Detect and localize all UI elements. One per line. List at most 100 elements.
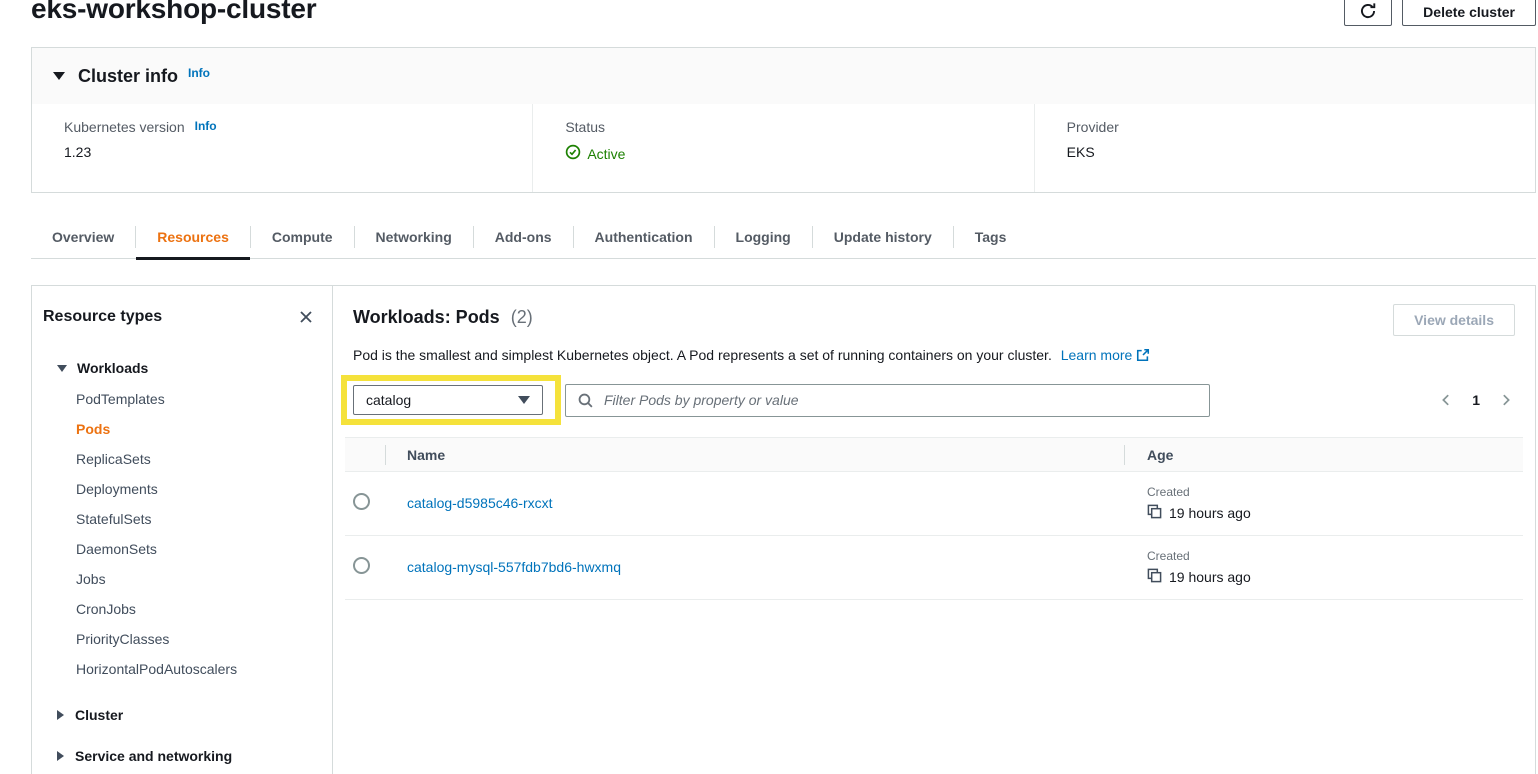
copy-icon[interactable] (1147, 504, 1162, 522)
kubernetes-version-label: Kubernetes version (64, 119, 185, 135)
resources-panel: Resource types Workloads (31, 285, 1536, 774)
chevron-left-icon (1439, 395, 1453, 410)
close-icon (298, 313, 314, 328)
pod-name-link[interactable]: catalog-d5985c46-rxcxt (407, 495, 553, 511)
tree-group-service-networking-label: Service and networking (75, 746, 232, 766)
provider-label: Provider (1067, 119, 1119, 135)
pod-name-link[interactable]: catalog-mysql-557fdb7bd6-hwxmq (407, 559, 621, 575)
filter-row: catalog (353, 372, 1515, 428)
external-link-icon (1136, 349, 1150, 365)
tab-tags[interactable]: Tags (954, 215, 1028, 258)
sidebar-item-replicasets[interactable]: ReplicaSets (76, 444, 316, 474)
namespace-filter-value: catalog (366, 392, 411, 408)
age-created-label: Created (1147, 485, 1523, 499)
header-actions: Delete cluster (1344, 0, 1536, 26)
sidebar-item-podtemplates[interactable]: PodTemplates (76, 384, 316, 414)
tree-group-workloads: Workloads PodTemplates Pods ReplicaSets … (43, 358, 316, 684)
tab-authentication[interactable]: Authentication (574, 215, 714, 258)
triangle-down-icon (57, 365, 67, 372)
tab-networking[interactable]: Networking (355, 215, 473, 258)
next-page-button[interactable] (1497, 391, 1515, 409)
sidebar-item-pods[interactable]: Pods (76, 414, 316, 444)
status-label: Status (565, 119, 605, 135)
tree-group-service-networking-toggle[interactable]: Service and networking (43, 746, 316, 766)
pods-heading: Workloads: Pods (2) (353, 306, 533, 328)
table-row: catalog-mysql-557fdb7bd6-hwxmq Created (345, 536, 1523, 600)
age-value-text: 19 hours ago (1169, 569, 1251, 585)
view-details-button[interactable]: View details (1393, 304, 1515, 336)
eks-cluster-page: eks-workshop-cluster Delete cluster Clus… (0, 0, 1538, 774)
close-sidebar-button[interactable] (296, 307, 316, 327)
age-created-label: Created (1147, 549, 1523, 563)
tab-add-ons[interactable]: Add-ons (474, 215, 573, 258)
age-column-header: Age (1125, 447, 1523, 463)
cluster-info-info-link[interactable]: Info (188, 66, 210, 80)
learn-more-link[interactable]: Learn more (1061, 347, 1133, 363)
tree-group-service-networking: Service and networking (43, 746, 316, 766)
tree-group-cluster-label: Cluster (75, 705, 123, 725)
status-field: Status Active (532, 104, 1033, 192)
resource-tree: Workloads PodTemplates Pods ReplicaSets … (43, 358, 316, 766)
cluster-tabs: Overview Resources Compute Networking Ad… (31, 215, 1536, 259)
provider-field: Provider EKS (1034, 104, 1535, 192)
tree-group-cluster-toggle[interactable]: Cluster (43, 705, 316, 725)
search-input[interactable] (565, 384, 1210, 417)
triangle-right-icon (57, 751, 64, 761)
tab-compute[interactable]: Compute (251, 215, 354, 258)
status-check-icon (565, 144, 581, 163)
triangle-right-icon (57, 710, 64, 720)
sidebar-item-horizontalpodautoscalers[interactable]: HorizontalPodAutoscalers (76, 654, 316, 684)
pods-search (565, 384, 1210, 417)
chevron-down-icon (518, 396, 530, 404)
tab-overview[interactable]: Overview (31, 215, 135, 258)
pods-description-text: Pod is the smallest and simplest Kuberne… (353, 347, 1052, 363)
pods-table-header: Name Age (345, 437, 1523, 472)
page-title: eks-workshop-cluster (31, 0, 316, 25)
tab-logging[interactable]: Logging (715, 215, 812, 258)
copy-icon[interactable] (1147, 568, 1162, 586)
search-icon (577, 392, 594, 414)
age-cell: Created 19 hours ago (1125, 549, 1523, 586)
sidebar-item-daemonsets[interactable]: DaemonSets (76, 534, 316, 564)
age-value-text: 19 hours ago (1169, 505, 1251, 521)
sidebar-item-statefulsets[interactable]: StatefulSets (76, 504, 316, 534)
kubernetes-version-info-link[interactable]: Info (195, 119, 217, 133)
cluster-info-title: Cluster info (78, 66, 178, 87)
chevron-right-icon (1499, 395, 1513, 410)
collapse-triangle-icon (53, 72, 65, 80)
page-number: 1 (1472, 392, 1480, 408)
highlight-annotation: catalog (341, 375, 561, 425)
provider-value: EKS (1067, 144, 1535, 160)
pods-count: (2) (511, 307, 533, 327)
tab-resources[interactable]: Resources (136, 215, 250, 258)
tree-group-workloads-toggle[interactable]: Workloads (43, 358, 316, 378)
tab-update-history[interactable]: Update history (813, 215, 953, 258)
pods-description: Pod is the smallest and simplest Kuberne… (353, 347, 1515, 365)
sidebar-item-deployments[interactable]: Deployments (76, 474, 316, 504)
age-cell: Created 19 hours ago (1125, 485, 1523, 522)
cluster-info-body: Kubernetes version Info 1.23 Status (32, 104, 1535, 192)
kubernetes-version-value: 1.23 (64, 144, 532, 160)
refresh-button[interactable] (1344, 0, 1392, 26)
kubernetes-version-field: Kubernetes version Info 1.23 (32, 104, 532, 192)
pods-heading-text: Workloads: Pods (353, 307, 500, 327)
row-radio-button[interactable] (353, 493, 370, 510)
tree-group-cluster: Cluster (43, 705, 316, 725)
name-column-header: Name (386, 447, 1124, 463)
sidebar-item-priorityclasses[interactable]: PriorityClasses (76, 624, 316, 654)
tree-group-workloads-label: Workloads (77, 358, 148, 378)
resource-types-sidebar: Resource types Workloads (32, 286, 333, 774)
status-badge: Active (587, 146, 625, 162)
resource-types-title: Resource types (43, 308, 162, 326)
sidebar-item-cronjobs[interactable]: CronJobs (76, 594, 316, 624)
cluster-info-card: Cluster info Info Kubernetes version Inf… (31, 47, 1536, 193)
sidebar-item-jobs[interactable]: Jobs (76, 564, 316, 594)
previous-page-button[interactable] (1437, 391, 1455, 409)
pods-table: Name Age catalog-d5985c46-rxcxt Created (345, 437, 1523, 600)
row-radio-button[interactable] (353, 557, 370, 574)
delete-cluster-button[interactable]: Delete cluster (1402, 0, 1536, 26)
refresh-icon (1359, 0, 1377, 23)
namespace-filter-dropdown[interactable]: catalog (353, 385, 543, 415)
cluster-info-header[interactable]: Cluster info Info (32, 48, 1535, 104)
table-row: catalog-d5985c46-rxcxt Created 19 hou (345, 472, 1523, 536)
